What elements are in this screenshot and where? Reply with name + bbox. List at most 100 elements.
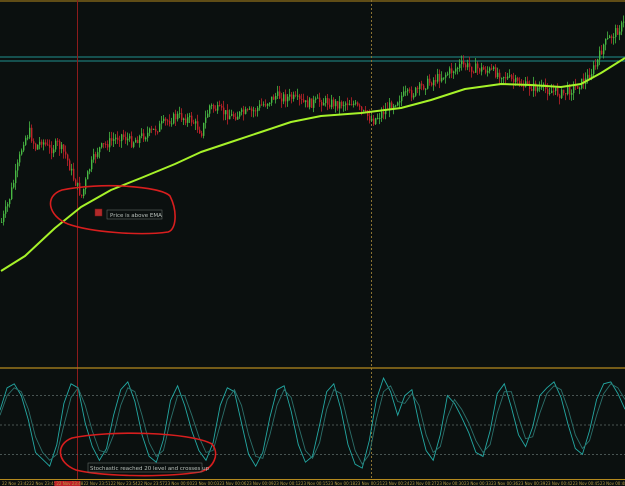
candle-body (405, 91, 407, 93)
candle-body (185, 118, 187, 123)
candle-body (419, 83, 421, 89)
candle-body (177, 113, 179, 120)
candle-body (313, 99, 315, 108)
candle-body (239, 111, 241, 117)
candle-body (149, 128, 151, 133)
candle-body (449, 68, 451, 74)
candle-body (191, 115, 193, 123)
candle-body (509, 75, 511, 77)
time-tick-label: 23 Nov 00:12 (274, 481, 301, 486)
candle-body (227, 110, 229, 120)
candle-body (109, 138, 111, 148)
candle-body (587, 74, 589, 79)
candle-body (461, 60, 463, 65)
candle-body (497, 72, 499, 78)
candle-body (311, 98, 313, 108)
candle-body (351, 104, 353, 106)
candle-body (133, 142, 135, 147)
candle-body (15, 170, 17, 184)
candle-body (325, 98, 327, 104)
candle-body (447, 73, 449, 75)
candle-body (369, 116, 371, 121)
candle-body (275, 95, 277, 100)
candle-body (83, 188, 85, 196)
stochastic-note-label: Stochastic reached 20 level and crosses … (90, 466, 210, 472)
candle-body (473, 71, 475, 73)
candle-body (145, 137, 147, 140)
candle-body (615, 28, 617, 38)
candle-body (619, 31, 621, 35)
candle-body (71, 168, 73, 171)
candle-body (229, 115, 231, 120)
candle-body (417, 87, 419, 89)
candle-body (43, 142, 45, 145)
candle-body (165, 118, 167, 121)
candle-body (515, 77, 517, 83)
candle-body (319, 97, 321, 103)
candle-body (119, 140, 121, 142)
candle-body (373, 118, 375, 125)
candle-body (289, 94, 291, 97)
candle-body (269, 102, 271, 104)
time-tick-label: 23 Nov 00:33 (464, 481, 491, 486)
time-tick-label: 22 Nov 23:54 (111, 481, 138, 486)
candle-body (395, 105, 397, 107)
candle-body (189, 115, 191, 118)
candle-body (601, 50, 603, 55)
candle-body (489, 68, 491, 71)
candle-body (135, 139, 137, 143)
candle-body (203, 122, 205, 136)
candle-body (427, 78, 429, 89)
candle-body (343, 105, 345, 107)
candle-body (111, 138, 113, 141)
candle-body (443, 77, 445, 79)
candle-body (617, 28, 619, 35)
candle-body (81, 194, 83, 196)
candle-body (445, 74, 447, 78)
candle-body (237, 116, 239, 120)
candle-body (79, 182, 81, 195)
candle-body (241, 109, 243, 112)
candle-body (477, 63, 479, 69)
candle-body (495, 67, 497, 78)
candle-body (505, 77, 507, 79)
candle-body (25, 137, 27, 145)
candle-body (481, 67, 483, 72)
candle-body (223, 107, 225, 115)
candle-body (605, 38, 607, 45)
candle-body (491, 68, 493, 70)
candle-body (493, 67, 495, 70)
time-tick-label: 23 Nov 00:36 (491, 481, 518, 486)
candle-body (331, 99, 333, 108)
candle-body (103, 143, 105, 145)
candle-body (39, 141, 41, 145)
candle-body (183, 118, 185, 121)
candle-body (329, 104, 331, 108)
candle-body (423, 85, 425, 90)
candle-body (607, 38, 609, 40)
candle-body (409, 89, 411, 91)
candle-body (501, 78, 503, 80)
candle-body (459, 64, 461, 68)
candle-body (375, 118, 377, 125)
candle-body (309, 98, 311, 108)
candle-body (59, 141, 61, 150)
candle-body (355, 102, 357, 104)
candle-body (3, 213, 5, 222)
candle-body (323, 103, 325, 106)
candle-body (573, 85, 575, 94)
time-tick-label: 23 Nov 00:18 (328, 481, 355, 486)
candle-body (37, 144, 39, 150)
candle-body (571, 93, 573, 95)
candle-body (457, 67, 459, 69)
candle-body (403, 91, 405, 96)
candle-body (547, 89, 549, 95)
time-tick-label: 23 Nov 00:45 (573, 481, 600, 486)
candle-body (277, 91, 279, 96)
candle-body (213, 105, 215, 109)
candle-body (437, 73, 439, 82)
candle-body (55, 140, 57, 150)
candle-body (87, 171, 89, 180)
candle-body (579, 88, 581, 90)
candle-body (257, 107, 259, 112)
